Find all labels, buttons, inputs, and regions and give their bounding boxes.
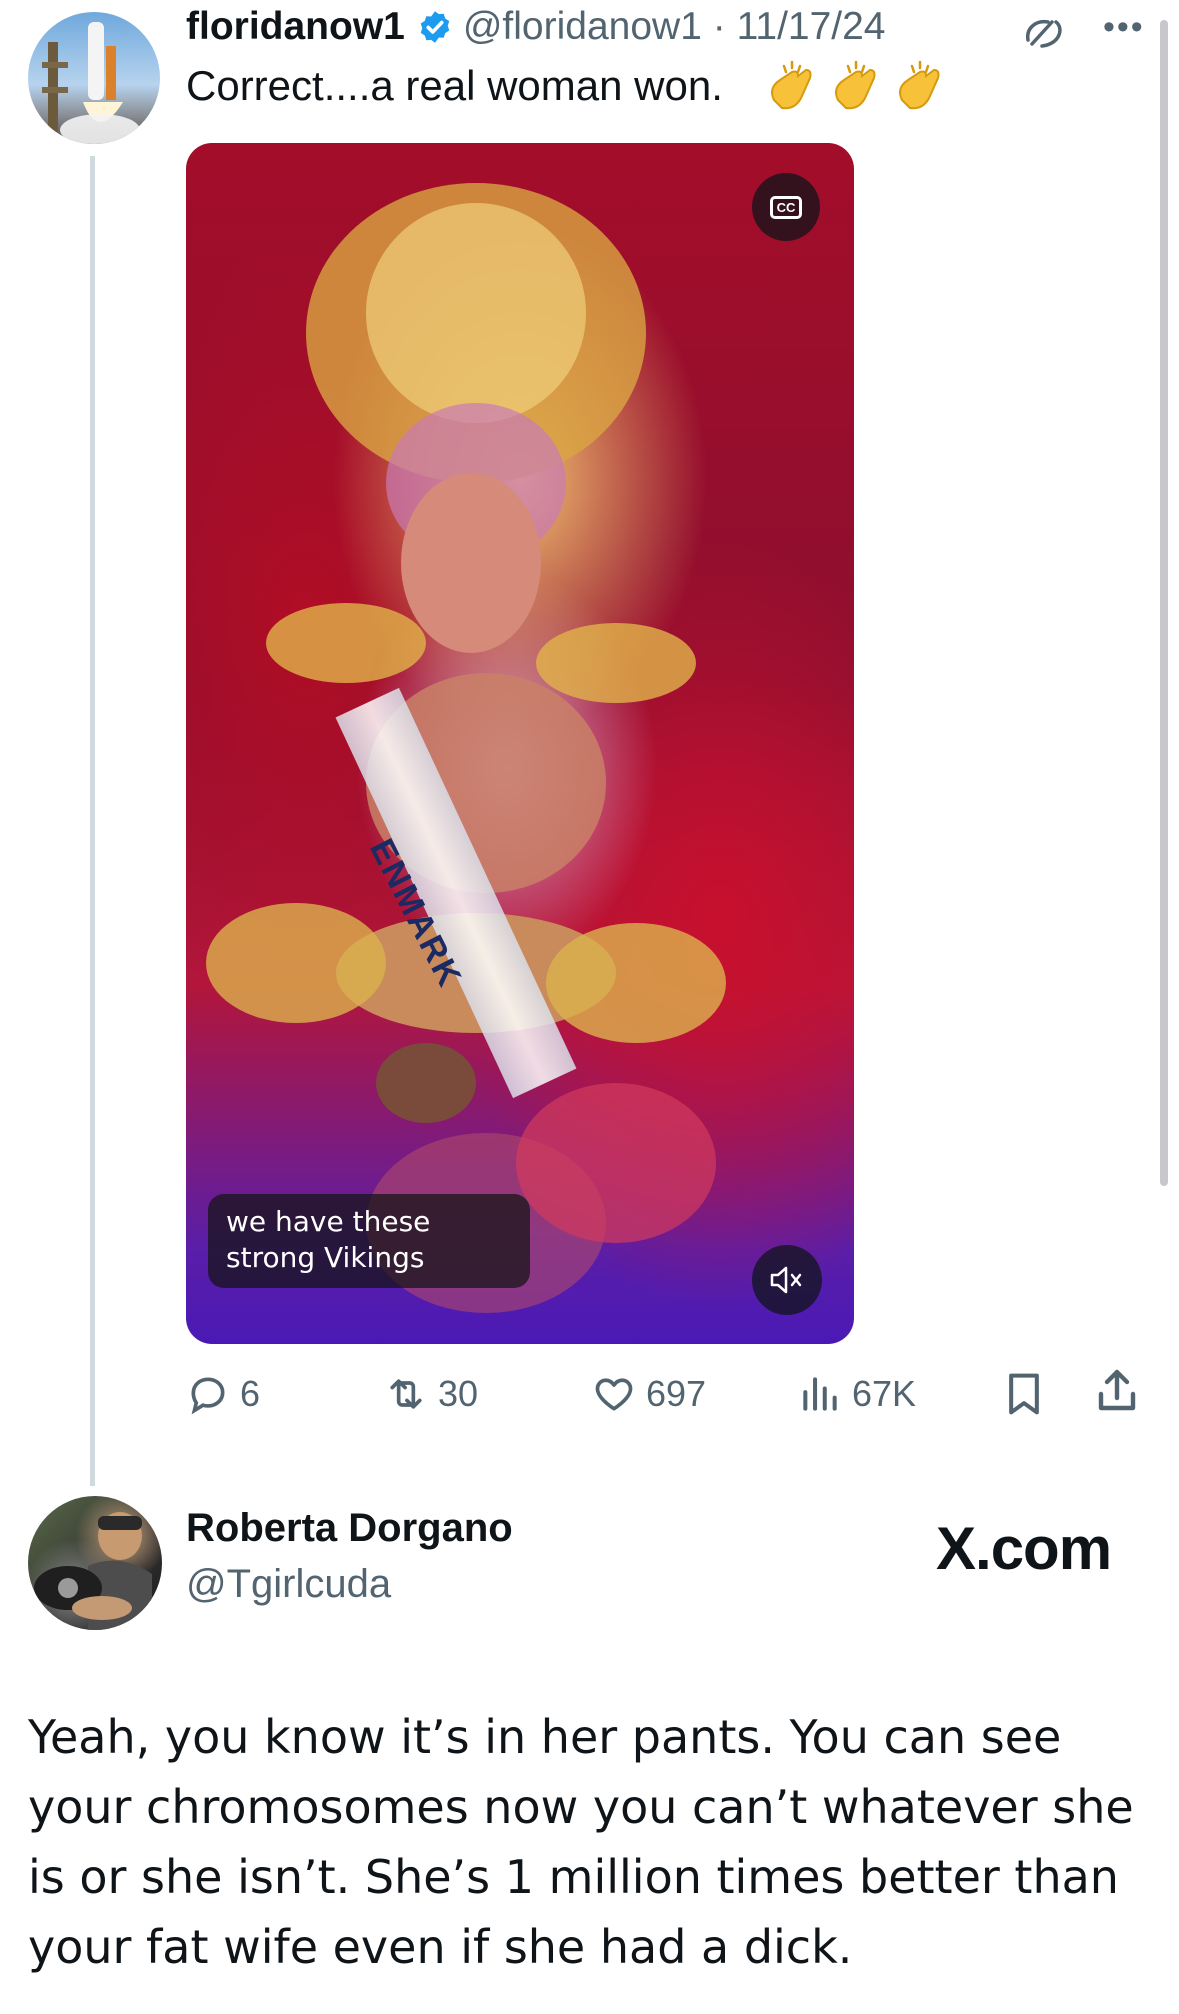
video-player[interactable]: ENMARK CC we have these strong Vikings	[186, 143, 854, 1344]
separator: ·	[712, 5, 726, 48]
tweet-header: floridanow1 @floridanow1 · 11/17/24	[186, 2, 886, 52]
avatar[interactable]	[28, 1496, 162, 1630]
tweet-text: Yeah, you know it’s in her pants. You ca…	[28, 1710, 1134, 1974]
rocket-launch-image	[42, 22, 140, 144]
emoji-row	[762, 60, 948, 116]
avatar[interactable]	[28, 12, 160, 144]
more-options-icon[interactable]: •••	[1103, 8, 1145, 47]
retweet-button[interactable]: 30	[384, 1366, 478, 1422]
views-button[interactable]: 67K	[798, 1366, 916, 1422]
share-icon[interactable]	[1093, 1366, 1141, 1418]
display-name[interactable]: Roberta Dorgano	[186, 1506, 513, 1551]
scrollbar[interactable]	[1160, 20, 1168, 1186]
profile-photo-image	[34, 1512, 152, 1630]
clapping-hands-icon	[835, 60, 876, 110]
speaker-muted-icon	[770, 1266, 802, 1294]
timestamp[interactable]: 11/17/24	[737, 5, 886, 48]
like-count: 697	[646, 1373, 707, 1414]
clapping-hands-icon	[771, 60, 812, 110]
reply-icon	[191, 1377, 225, 1415]
reply-count: 6	[240, 1373, 261, 1414]
clapping-hands-icon	[899, 60, 940, 110]
cc-icon: CC	[769, 195, 803, 219]
closed-captions-button[interactable]: CC	[752, 173, 820, 241]
tweet-text: Correct....a real woman won.	[186, 62, 723, 109]
x-logo-watermark: X.com	[936, 1515, 1112, 1582]
like-button[interactable]: 697	[592, 1366, 706, 1422]
handle[interactable]: @floridanow1	[463, 5, 702, 48]
heart-icon	[595, 1378, 633, 1411]
video-frame-image	[206, 183, 726, 1313]
display-name[interactable]: floridanow1	[186, 5, 405, 49]
mute-button[interactable]	[752, 1245, 822, 1315]
grok-icon[interactable]	[1022, 14, 1070, 54]
bookmark-icon[interactable]	[1002, 1370, 1046, 1418]
retweet-count: 30	[438, 1373, 479, 1414]
tweet-meta: @floridanow1 · 11/17/24	[463, 5, 886, 49]
handle[interactable]: @Tgirlcuda	[186, 1562, 391, 1607]
thread-connector-line	[90, 156, 95, 1486]
reply-button[interactable]: 6	[186, 1366, 260, 1422]
verified-badge-icon	[420, 11, 450, 43]
video-caption: we have these strong Vikings	[208, 1194, 530, 1288]
view-count: 67K	[852, 1373, 917, 1414]
retweet-icon	[390, 1379, 422, 1409]
analytics-icon	[803, 1377, 837, 1411]
